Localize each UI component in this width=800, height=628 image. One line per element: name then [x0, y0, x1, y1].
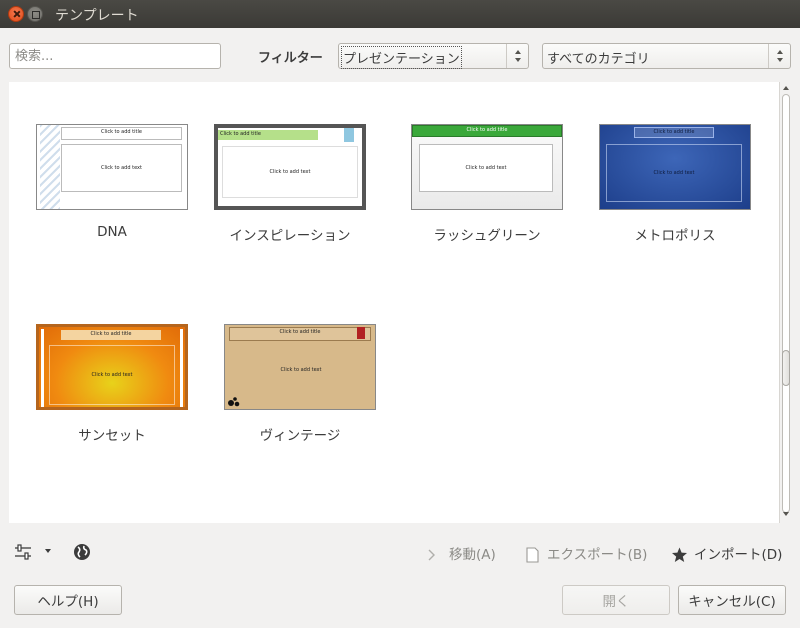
- export-action[interactable]: エクスポート(B): [524, 543, 647, 563]
- filter-select[interactable]: プレゼンテーション: [338, 43, 529, 69]
- text-placeholder: Click to add text: [280, 367, 322, 373]
- search-input[interactable]: [9, 43, 221, 69]
- scroll-thumb[interactable]: [782, 350, 790, 386]
- ornament-icon: [228, 397, 240, 407]
- filter-label: フィルター: [258, 51, 323, 66]
- category-select-value: すべてのカテゴリ: [547, 52, 650, 67]
- document-icon: [526, 547, 539, 563]
- star-icon: [672, 547, 687, 562]
- template-thumbnail: Click to add title Click to add text: [599, 124, 751, 210]
- template-item-dna[interactable]: Click to add title Click to add text DNA: [36, 124, 188, 240]
- import-action[interactable]: インポート(D): [671, 543, 782, 563]
- template-item-metropolis[interactable]: Click to add title Click to add text メトロ…: [599, 124, 751, 244]
- template-label: DNA: [97, 224, 127, 240]
- title-bar: テンプレート: [0, 0, 800, 28]
- vertical-scrollbar[interactable]: [779, 82, 792, 523]
- title-placeholder: Click to add title: [61, 127, 182, 140]
- title-placeholder: Click to add title: [229, 327, 371, 341]
- maximize-icon[interactable]: [27, 6, 43, 22]
- category-select[interactable]: すべてのカテゴリ: [542, 43, 791, 69]
- cancel-button[interactable]: キャンセル(C): [678, 585, 786, 615]
- template-thumbnail: Click to add title Click to add text: [411, 124, 563, 210]
- help-button[interactable]: ヘルプ(H): [14, 585, 122, 615]
- title-placeholder: Click to add title: [61, 330, 161, 340]
- template-thumbnail: Click to add title Click to add text: [224, 324, 376, 410]
- frame-decoration: [180, 329, 183, 407]
- template-label: ラッシュグリーン: [433, 228, 541, 244]
- frame-decoration: [41, 329, 44, 407]
- title-placeholder: Click to add title: [412, 125, 562, 137]
- template-label: メトロポリス: [634, 228, 716, 244]
- spin-arrows-icon: [768, 44, 790, 68]
- window-title: テンプレート: [55, 8, 139, 24]
- move-action-label: 移動(A): [449, 547, 496, 563]
- template-label: インスピレーション: [229, 228, 351, 244]
- text-placeholder: Click to add text: [61, 144, 182, 192]
- export-action-label: エクスポート(B): [547, 547, 648, 563]
- text-placeholder: Click to add text: [222, 146, 358, 198]
- import-action-label: インポート(D): [694, 547, 783, 563]
- text-placeholder: Click to add text: [419, 144, 553, 192]
- template-thumbnail: Click to add title Click to add text: [214, 124, 366, 210]
- filter-select-value: プレゼンテーション: [341, 46, 462, 69]
- template-item-lush-green[interactable]: Click to add title Click to add text ラッシ…: [411, 124, 563, 244]
- accent-decoration: [344, 128, 354, 142]
- chevron-right-icon: [428, 549, 435, 561]
- close-icon[interactable]: [8, 6, 24, 22]
- bookmark-ribbon-icon: [357, 327, 365, 339]
- scroll-track[interactable]: [782, 94, 790, 513]
- template-label: ヴィンテージ: [259, 428, 341, 444]
- template-thumbnail: Click to add title Click to add text: [36, 124, 188, 210]
- settings-sliders-icon[interactable]: [14, 544, 32, 560]
- dna-helix-decoration: [40, 125, 60, 209]
- text-placeholder: Click to add text: [49, 345, 175, 405]
- title-placeholder: Click to add title: [218, 130, 318, 140]
- move-action[interactable]: 移動(A): [426, 543, 496, 563]
- template-view: Click to add title Click to add text DNA…: [9, 82, 791, 523]
- template-item-sunset[interactable]: Click to add title Click to add text サンセ…: [36, 324, 188, 444]
- title-placeholder: Click to add title: [634, 127, 714, 138]
- open-button[interactable]: 開く: [562, 585, 670, 615]
- template-label: サンセット: [78, 428, 146, 444]
- template-thumbnail: Click to add title Click to add text: [36, 324, 188, 410]
- globe-icon[interactable]: [73, 543, 91, 561]
- scroll-up-icon[interactable]: [783, 86, 789, 90]
- text-placeholder: Click to add text: [606, 144, 742, 202]
- dropdown-caret-icon[interactable]: [45, 549, 51, 553]
- scroll-down-icon[interactable]: [783, 512, 789, 516]
- template-item-vintage[interactable]: Click to add title Click to add text ヴィン…: [224, 324, 376, 444]
- template-item-inspiration[interactable]: Click to add title Click to add text インス…: [214, 124, 366, 244]
- spin-arrows-icon: [506, 44, 528, 68]
